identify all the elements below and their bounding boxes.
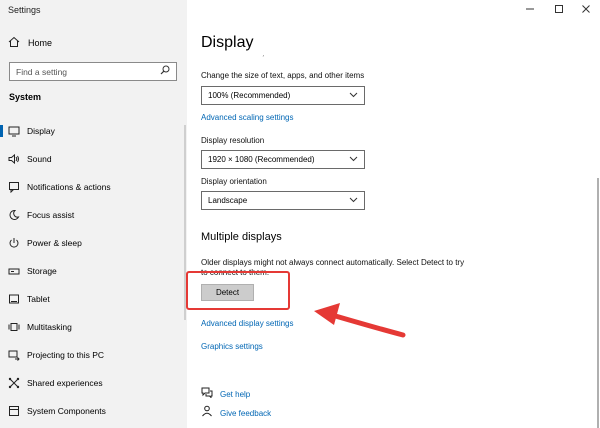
shared-icon	[8, 377, 20, 389]
graphics-settings-link[interactable]: Graphics settings	[201, 342, 263, 351]
sidebar-item-label: Focus assist	[27, 210, 75, 220]
maximize-icon[interactable]	[545, 0, 573, 18]
home-link[interactable]: Home	[8, 36, 52, 50]
orientation-value: Landscape	[208, 196, 248, 205]
scroll-up-icon: ˏ	[262, 50, 265, 57]
resolution-dropdown[interactable]: 1920 × 1080 (Recommended)	[201, 150, 365, 169]
sidebar-item-label: System Components	[27, 406, 106, 416]
sidebar-item-label: Power & sleep	[27, 238, 82, 248]
power-icon	[8, 237, 20, 249]
sidebar-item-system-components[interactable]: System Components	[0, 399, 187, 423]
main-scrollbar[interactable]	[597, 178, 599, 428]
components-icon	[8, 405, 20, 417]
speaker-icon	[8, 153, 20, 165]
sidebar-item-projecting[interactable]: Projecting to this PC	[0, 343, 187, 367]
scale-dropdown[interactable]: 100% (Recommended)	[201, 86, 365, 105]
projecting-icon	[8, 349, 20, 361]
orientation-label: Display orientation	[201, 177, 267, 186]
sidebar-item-tablet[interactable]: Tablet	[0, 287, 187, 311]
sidebar-item-shared-experiences[interactable]: Shared experiences	[0, 371, 187, 395]
annotation-arrow	[314, 303, 406, 338]
search-input[interactable]: Find a setting	[9, 62, 177, 81]
close-icon[interactable]	[572, 0, 600, 18]
sidebar-item-storage[interactable]: Storage	[0, 259, 187, 283]
advanced-scaling-link[interactable]: Advanced scaling settings	[201, 113, 294, 122]
sidebar-item-label: Sound	[27, 154, 52, 164]
sidebar-item-label: Storage	[27, 266, 57, 276]
sidebar-item-label: Display	[27, 126, 55, 136]
section-heading: System	[9, 92, 42, 102]
sidebar: Home Find a setting System Display Sound…	[0, 0, 187, 428]
multiple-displays-heading: Multiple displays	[201, 231, 282, 243]
monitor-icon	[8, 125, 20, 137]
resolution-label: Display resolution	[201, 136, 265, 145]
advanced-display-link[interactable]: Advanced display settings	[201, 319, 294, 328]
sidebar-item-label: Projecting to this PC	[27, 350, 105, 360]
home-label: Home	[28, 38, 53, 48]
page-title: Display	[201, 34, 254, 51]
sidebar-item-sound[interactable]: Sound	[0, 147, 187, 171]
get-help-link[interactable]: Get help	[220, 390, 250, 399]
give-feedback-row[interactable]: Give feedback	[201, 404, 271, 422]
chevron-down-icon	[349, 155, 358, 164]
chevron-down-icon	[349, 196, 358, 205]
help-icon	[201, 385, 213, 403]
app-title: Settings	[8, 5, 41, 15]
feedback-icon	[201, 404, 213, 422]
highlight-box	[186, 271, 290, 310]
multitasking-icon	[8, 321, 20, 333]
give-feedback-link[interactable]: Give feedback	[220, 409, 271, 418]
sidebar-item-multitasking[interactable]: Multitasking	[0, 315, 187, 339]
tablet-icon	[8, 293, 20, 305]
search-icon	[160, 65, 170, 78]
sidebar-item-display[interactable]: Display	[0, 119, 187, 143]
sidebar-item-label: Shared experiences	[27, 378, 103, 388]
resolution-value: 1920 × 1080 (Recommended)	[208, 155, 315, 164]
get-help-row[interactable]: Get help	[201, 385, 250, 403]
moon-icon	[8, 209, 20, 221]
sidebar-item-label: Notifications & actions	[27, 182, 111, 192]
search-placeholder: Find a setting	[16, 66, 68, 77]
chevron-down-icon	[349, 91, 358, 100]
title-bar: Settings	[0, 0, 600, 20]
scale-label: Change the size of text, apps, and other…	[201, 71, 365, 80]
home-icon	[8, 36, 20, 50]
sidebar-item-power-sleep[interactable]: Power & sleep	[0, 231, 187, 255]
notification-icon	[8, 181, 20, 193]
active-indicator	[0, 125, 3, 137]
scale-value: 100% (Recommended)	[208, 91, 291, 100]
sidebar-item-label: Multitasking	[27, 322, 72, 332]
sidebar-item-notifications[interactable]: Notifications & actions	[0, 175, 187, 199]
sidebar-item-focus-assist[interactable]: Focus assist	[0, 203, 187, 227]
orientation-dropdown[interactable]: Landscape	[201, 191, 365, 210]
sidebar-item-label: Tablet	[27, 294, 50, 304]
storage-icon	[8, 265, 20, 277]
minimize-icon[interactable]	[516, 0, 544, 18]
